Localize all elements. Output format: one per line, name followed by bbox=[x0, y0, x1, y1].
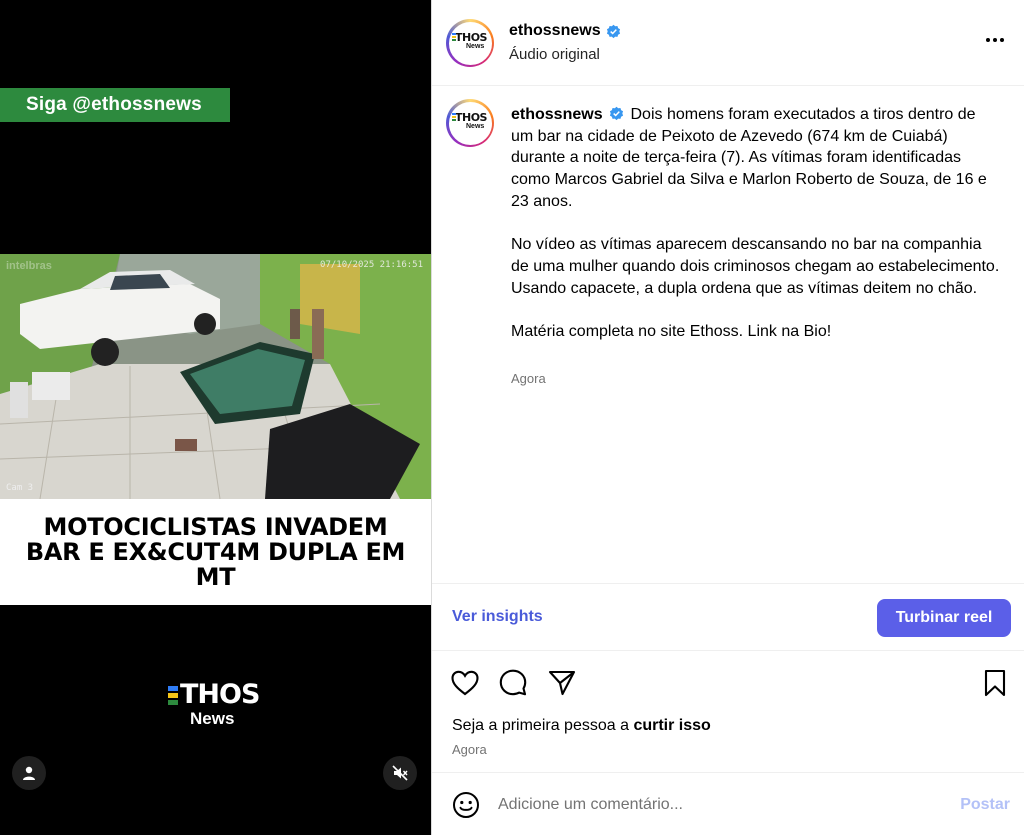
caption-username[interactable]: ethossnews bbox=[511, 106, 603, 123]
comment-icon bbox=[499, 669, 527, 696]
comment-bar: Postar bbox=[432, 774, 1024, 835]
audio-link[interactable]: Áudio original bbox=[509, 46, 600, 63]
logo-word: THOS bbox=[180, 679, 260, 710]
author-username[interactable]: ethossnews bbox=[509, 22, 621, 40]
more-options-button[interactable] bbox=[985, 30, 1005, 48]
share-button[interactable] bbox=[547, 668, 577, 698]
reel-view: Siga @ethossnews intelbras 07/10/2025 21… bbox=[0, 0, 1024, 835]
emoji-button[interactable] bbox=[452, 791, 480, 819]
verified-icon bbox=[609, 106, 624, 120]
action-bar: Seja a primeira pessoa a curtir isso Ago… bbox=[432, 651, 1024, 773]
caption-text: ethossnews Dois homens foram executados … bbox=[511, 104, 1001, 364]
more-icon bbox=[986, 38, 1004, 42]
caption-timestamp: Agora bbox=[511, 371, 546, 386]
post-panel: THOS News ethossnews Áudio original THOS… bbox=[431, 0, 1024, 835]
like-button[interactable] bbox=[450, 668, 480, 698]
bookmark-icon bbox=[984, 669, 1006, 697]
author-username-text: ethossnews bbox=[509, 22, 601, 39]
boost-reel-button[interactable]: Turbinar reel bbox=[877, 599, 1011, 637]
follow-banner: Siga @ethossnews bbox=[0, 88, 230, 122]
share-icon bbox=[548, 670, 576, 696]
likes-summary: Seja a primeira pessoa a curtir isso bbox=[452, 717, 711, 735]
cctv-watermark: intelbras bbox=[6, 260, 52, 272]
like-link[interactable]: curtir isso bbox=[633, 717, 710, 734]
heart-icon bbox=[451, 670, 479, 696]
author-avatar[interactable]: THOS News bbox=[446, 19, 494, 67]
verified-icon bbox=[606, 24, 620, 38]
logo-subword: News bbox=[190, 709, 235, 728]
mute-toggle-button[interactable] bbox=[383, 756, 417, 790]
caption-paragraph: ethossnews Dois homens foram executados … bbox=[511, 104, 1001, 213]
headline-card: MOTOCICLISTAS INVADEM BAR E EX&CUT4M DUP… bbox=[0, 499, 431, 605]
reel-video[interactable]: Siga @ethossnews intelbras 07/10/2025 21… bbox=[0, 0, 431, 835]
headline-text: MOTOCICLISTAS INVADEM BAR E EX&CUT4M DUP… bbox=[25, 512, 406, 591]
avatar-logo-word: THOS bbox=[455, 31, 487, 44]
caption-section: THOS News ethossnews Dois homens foram e… bbox=[432, 86, 1024, 583]
avatar-logo-sub: News bbox=[466, 43, 485, 50]
logo-bars bbox=[168, 685, 178, 705]
comment-input[interactable] bbox=[498, 793, 938, 817]
caption-paragraph-2: No vídeo as vítimas aparecem descansando… bbox=[511, 236, 1000, 297]
user-icon bbox=[23, 766, 35, 780]
post-timestamp: Agora bbox=[452, 742, 487, 757]
cctv-scene-illustration bbox=[0, 254, 431, 499]
insights-bar: Ver insights Turbinar reel bbox=[432, 583, 1024, 651]
caption-avatar-logo-word: THOS bbox=[455, 111, 487, 124]
mute-icon bbox=[392, 765, 408, 781]
view-insights-link[interactable]: Ver insights bbox=[452, 608, 543, 626]
comment-button[interactable] bbox=[498, 668, 528, 698]
post-header: THOS News ethossnews Áudio original bbox=[432, 0, 1024, 86]
caption-avatar-logo-sub: News bbox=[466, 123, 485, 130]
emoji-icon bbox=[453, 792, 479, 818]
ethos-news-logo: THOS News bbox=[168, 680, 278, 728]
tagged-users-button[interactable] bbox=[12, 756, 46, 790]
post-comment-button[interactable]: Postar bbox=[960, 796, 1010, 814]
cctv-timestamp: 07/10/2025 21:16:51 bbox=[320, 260, 423, 270]
caption-avatar[interactable]: THOS News bbox=[446, 99, 494, 147]
cctv-footage: intelbras 07/10/2025 21:16:51 Cam 3 bbox=[0, 254, 431, 499]
likes-prefix: Seja a primeira pessoa a bbox=[452, 717, 634, 734]
save-button[interactable] bbox=[980, 668, 1010, 698]
caption-paragraph-3: Matéria completa no site Ethoss. Link na… bbox=[511, 323, 832, 340]
cctv-camera-label: Cam 3 bbox=[6, 483, 34, 493]
